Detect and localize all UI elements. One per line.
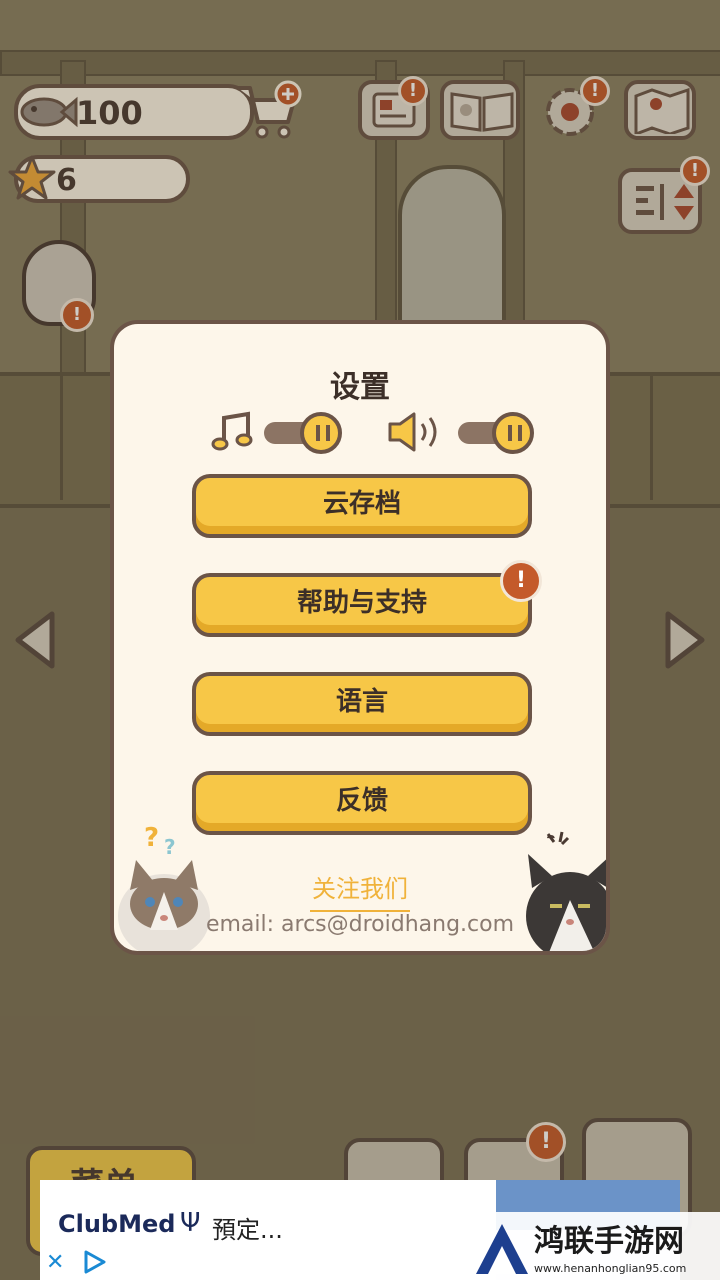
watermark: 鸿联手游网 www.henanhonglian95.com [470,1212,720,1280]
settings-dialog: 设置 云存档 帮助与支持 ! 语言 反馈 ? ? ᵔ 关注我们 email: a… [110,320,610,955]
language-button[interactable]: 语言 [192,672,532,736]
sound-toggle[interactable] [492,412,534,454]
dialog-title: 设置 [330,370,390,405]
watermark-logo-icon [476,1224,528,1274]
ad-choices-icon[interactable] [80,1248,108,1276]
ad-brand: ClubMed [58,1210,176,1238]
music-toggle[interactable] [300,412,342,454]
speaker-icon [388,412,437,452]
ad-close-icon[interactable]: ✕ [46,1250,64,1275]
knob-grip [508,425,522,441]
music-note-icon [211,411,253,451]
feedback-button[interactable]: 反馈 [192,771,532,835]
cloud-save-button[interactable]: 云存档 [192,474,532,538]
svg-text:?: ? [164,835,176,859]
ad-trident-icon: Ψ [180,1208,201,1238]
watermark-title: 鸿联手游网 [534,1224,684,1259]
ad-cta[interactable]: 預定... [212,1210,283,1245]
svg-text:?: ? [144,823,159,853]
help-support-button[interactable]: 帮助与支持 [192,573,532,637]
help-alert-badge: ! [500,560,542,602]
knob-grip [316,425,330,441]
contact-email: email: arcs@droidhang.com [205,912,515,937]
watermark-url: www.henanhonglian95.com [534,1262,687,1275]
follow-us-link[interactable]: 关注我们 [114,869,606,904]
